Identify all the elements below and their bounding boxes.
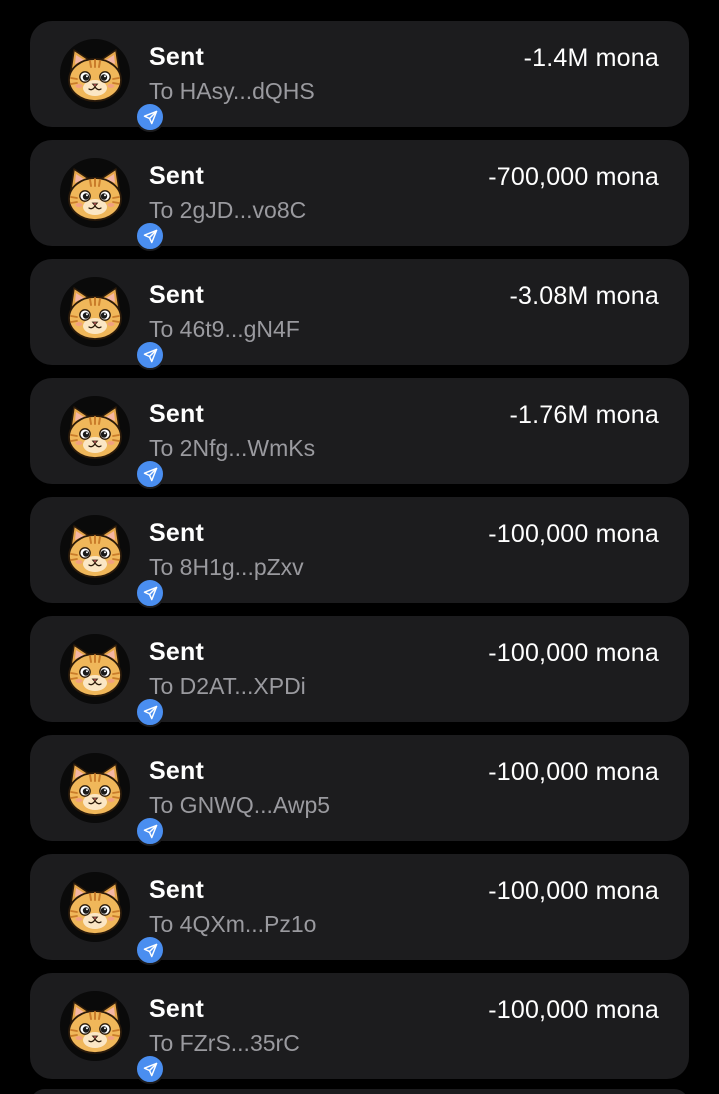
cat-token-icon — [65, 760, 125, 818]
recipient-address: To 46t9...gN4F — [149, 316, 300, 342]
cat-token-icon — [65, 165, 125, 223]
cat-token-icon — [65, 522, 125, 580]
transaction-row[interactable]: Sent To GNWQ...Awp5 -100,000 mona — [30, 735, 689, 846]
cat-token-icon — [65, 998, 125, 1056]
transaction-type: Sent — [149, 995, 204, 1023]
transaction-amount: -100,000 mona — [488, 758, 659, 786]
avatar — [60, 991, 165, 1084]
transaction-type: Sent — [149, 757, 204, 785]
cat-token-icon — [65, 403, 125, 461]
next-transaction-row-partial[interactable] — [30, 1089, 689, 1094]
recipient-address: To HAsy...dQHS — [149, 78, 315, 104]
avatar — [60, 634, 165, 727]
recipient-address: To 8H1g...pZxv — [149, 554, 304, 580]
transaction-row[interactable]: Sent To 2Nfg...WmKs -1.76M mona — [30, 378, 689, 489]
transaction-row[interactable]: Sent To HAsy...dQHS -1.4M mona — [30, 21, 689, 132]
avatar — [60, 515, 165, 608]
transaction-type: Sent — [149, 638, 204, 666]
send-arrow-icon — [135, 102, 165, 132]
avatar — [60, 158, 165, 251]
transaction-amount: -1.76M mona — [509, 401, 659, 429]
recipient-address: To D2AT...XPDi — [149, 673, 306, 699]
send-arrow-icon — [135, 935, 165, 965]
recipient-address: To 2Nfg...WmKs — [149, 435, 316, 461]
avatar — [60, 753, 165, 846]
avatar — [60, 872, 165, 965]
transaction-type: Sent — [149, 519, 204, 547]
transaction-amount: -100,000 mona — [488, 639, 659, 667]
send-arrow-icon — [135, 1054, 165, 1084]
transaction-amount: -100,000 mona — [488, 520, 659, 548]
transaction-row[interactable]: Sent To 2gJD...vo8C -700,000 mona — [30, 140, 689, 251]
send-arrow-icon — [135, 340, 165, 370]
send-arrow-icon — [135, 697, 165, 727]
transaction-type: Sent — [149, 43, 204, 71]
cat-token-icon — [65, 879, 125, 937]
send-arrow-icon — [135, 221, 165, 251]
transaction-amount: -3.08M mona — [509, 282, 659, 310]
transaction-type: Sent — [149, 400, 204, 428]
transaction-row[interactable]: Sent To 4QXm...Pz1o -100,000 mona — [30, 854, 689, 965]
transaction-row[interactable]: Sent To D2AT...XPDi -100,000 mona — [30, 616, 689, 727]
transaction-list: Sent To HAsy...dQHS -1.4M mona Sent To 2… — [0, 0, 719, 1094]
transaction-type: Sent — [149, 162, 204, 190]
avatar — [60, 396, 165, 489]
transaction-type: Sent — [149, 281, 204, 309]
transaction-row[interactable]: Sent To 46t9...gN4F -3.08M mona — [30, 259, 689, 370]
recipient-address: To FZrS...35rC — [149, 1030, 300, 1056]
transaction-row[interactable]: Sent To FZrS...35rC -100,000 mona — [30, 973, 689, 1084]
transaction-row[interactable]: Sent To 8H1g...pZxv -100,000 mona — [30, 497, 689, 608]
recipient-address: To 2gJD...vo8C — [149, 197, 307, 223]
cat-token-icon — [65, 284, 125, 342]
cat-token-icon — [65, 641, 125, 699]
transaction-amount: -100,000 mona — [488, 877, 659, 905]
transaction-amount: -100,000 mona — [488, 996, 659, 1024]
send-arrow-icon — [135, 578, 165, 608]
avatar — [60, 39, 165, 132]
send-arrow-icon — [135, 816, 165, 846]
transaction-amount: -1.4M mona — [523, 44, 659, 72]
recipient-address: To 4QXm...Pz1o — [149, 911, 317, 937]
recipient-address: To GNWQ...Awp5 — [149, 792, 331, 818]
cat-token-icon — [65, 46, 125, 104]
avatar — [60, 277, 165, 370]
transaction-amount: -700,000 mona — [488, 163, 659, 191]
transaction-type: Sent — [149, 876, 204, 904]
send-arrow-icon — [135, 459, 165, 489]
